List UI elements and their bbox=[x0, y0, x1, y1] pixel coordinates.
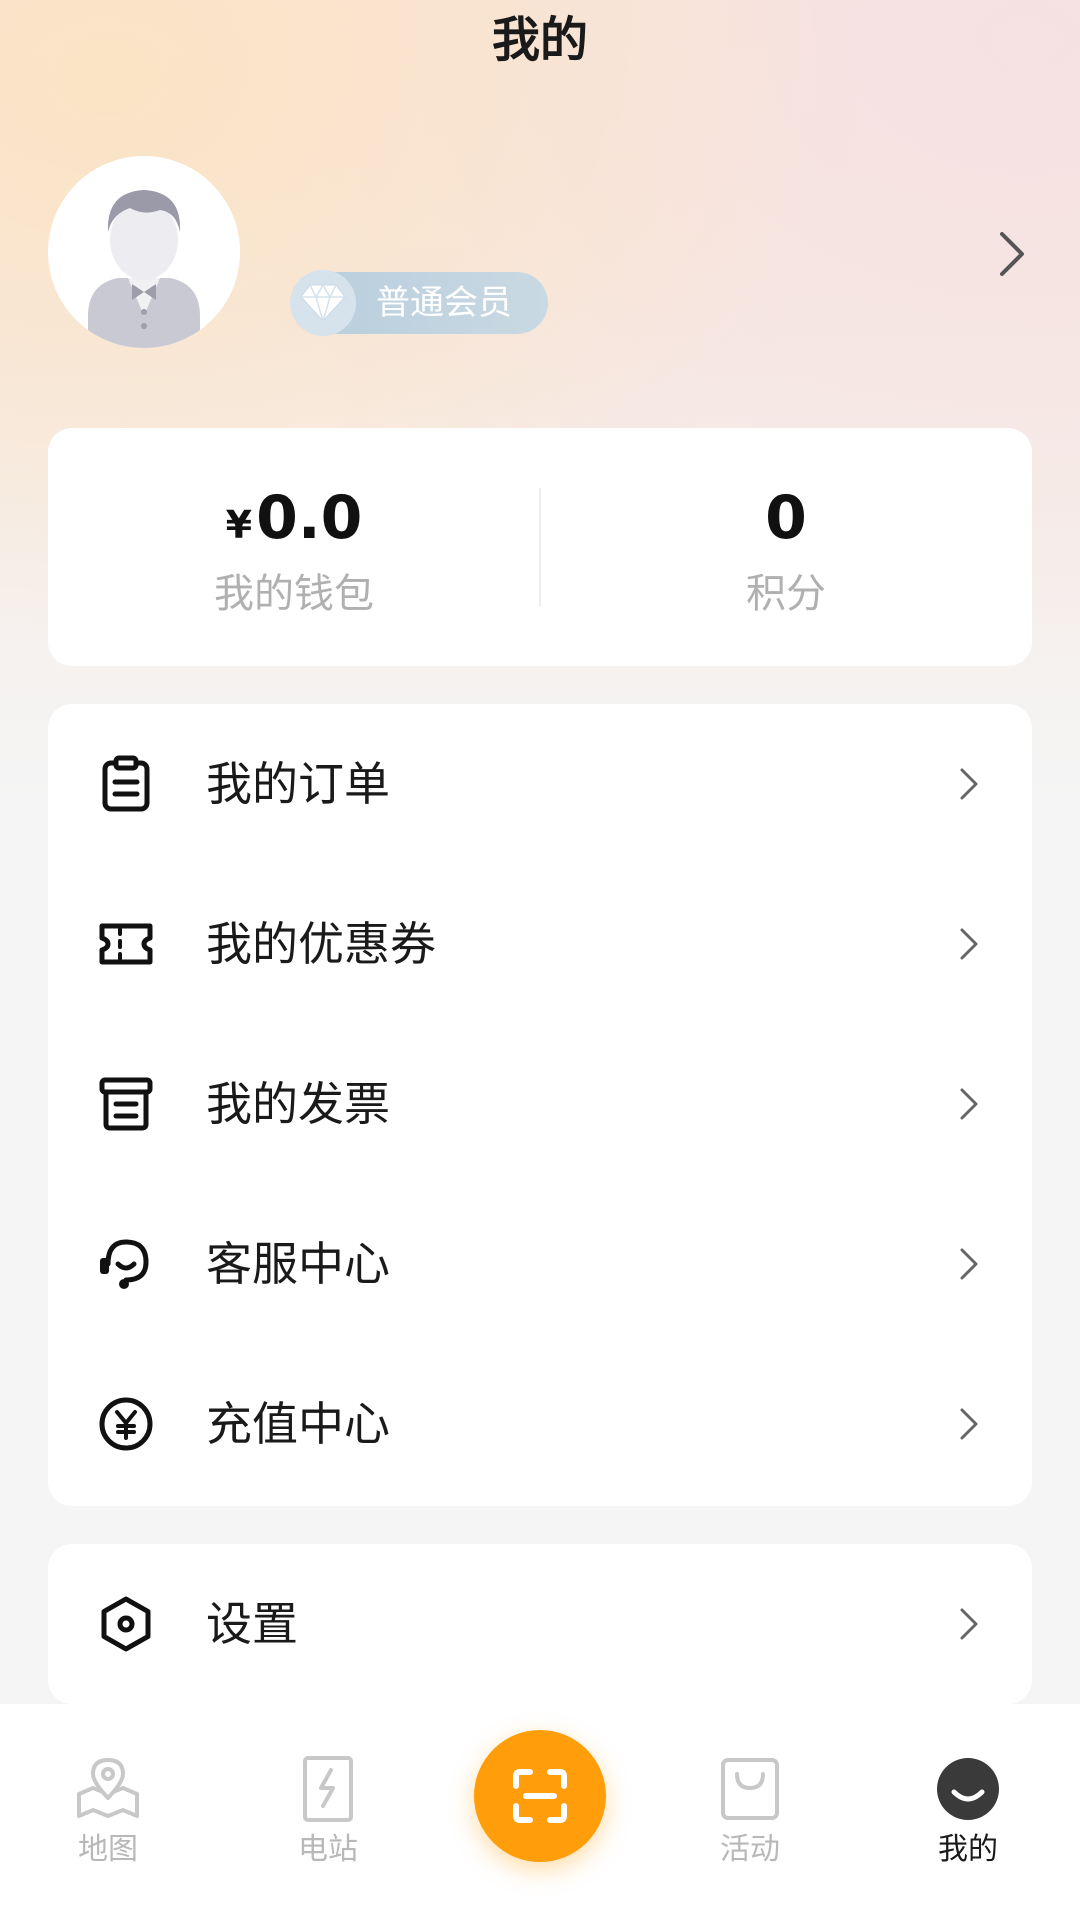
chevron-right-icon[interactable] bbox=[992, 228, 1032, 280]
chevron-right-icon bbox=[960, 1088, 978, 1120]
menu-item-coupons[interactable]: 我的优惠券 bbox=[48, 864, 1032, 1024]
menu-item-label: 我的订单 bbox=[206, 757, 390, 811]
tab-label: 我的 bbox=[938, 1832, 998, 1867]
member-level-badge[interactable]: 普通会员 bbox=[290, 270, 548, 336]
wallet-balance[interactable]: ¥0.0 我的钱包 bbox=[48, 428, 540, 666]
tab-activities[interactable]: 活动 bbox=[670, 1754, 830, 1884]
menu-card: 我的订单 我的优惠券 我的发票 客服中心 充值中心 bbox=[48, 704, 1032, 1506]
scan-icon bbox=[513, 1769, 567, 1823]
tab-map[interactable]: 地图 bbox=[28, 1754, 188, 1884]
settings-card: 设置 bbox=[48, 1544, 1032, 1704]
smiley-face-icon bbox=[937, 1758, 999, 1820]
tab-stations[interactable]: 电站 bbox=[248, 1754, 408, 1884]
tab-label: 地图 bbox=[78, 1832, 138, 1867]
wallet-balance-label: 我的钱包 bbox=[214, 571, 374, 617]
diamond-icon bbox=[290, 270, 356, 336]
header-background bbox=[0, 0, 1080, 800]
gear-hexagon-icon bbox=[101, 1596, 151, 1652]
map-pin-icon bbox=[77, 1758, 139, 1818]
menu-item-invoices[interactable]: 我的发票 bbox=[48, 1024, 1032, 1184]
points-label: 积分 bbox=[746, 571, 826, 617]
tab-profile[interactable]: 我的 bbox=[888, 1754, 1048, 1884]
chevron-right-icon bbox=[960, 1408, 978, 1440]
menu-item-label: 我的发票 bbox=[206, 1077, 390, 1131]
chevron-right-icon bbox=[960, 1248, 978, 1280]
tab-label: 活动 bbox=[720, 1832, 780, 1867]
chevron-right-icon bbox=[960, 928, 978, 960]
ticket-icon bbox=[99, 923, 153, 965]
balance-amount: 0.0 bbox=[256, 483, 363, 553]
wallet-card: ¥0.0 我的钱包 0 积分 bbox=[48, 428, 1032, 666]
yen-circle-icon bbox=[99, 1397, 153, 1451]
invoice-box-icon bbox=[99, 1077, 153, 1131]
headset-icon bbox=[100, 1239, 149, 1289]
wallet-balance-value: ¥0.0 bbox=[48, 478, 540, 565]
avatar[interactable] bbox=[48, 156, 240, 348]
menu-item-settings[interactable]: 设置 bbox=[48, 1544, 1032, 1704]
tab-label: 电站 bbox=[298, 1832, 358, 1867]
menu-item-label: 客服中心 bbox=[206, 1237, 390, 1291]
chevron-right-icon bbox=[960, 1608, 978, 1640]
shopping-bag-icon bbox=[721, 1758, 779, 1820]
menu-item-customer-service[interactable]: 客服中心 bbox=[48, 1184, 1032, 1344]
currency-symbol: ¥ bbox=[225, 503, 253, 547]
menu-item-label: 我的优惠券 bbox=[206, 917, 436, 971]
points-value: 0 bbox=[765, 483, 807, 553]
default-avatar-icon bbox=[48, 156, 240, 348]
member-level-label: 普通会员 bbox=[376, 283, 512, 323]
menu-item-orders[interactable]: 我的订单 bbox=[48, 704, 1032, 864]
scan-button[interactable] bbox=[474, 1730, 606, 1862]
menu-item-label: 充值中心 bbox=[206, 1397, 390, 1451]
settings-label: 设置 bbox=[206, 1597, 298, 1651]
page-title: 我的 bbox=[491, 12, 588, 68]
points-stat[interactable]: 0 积分 bbox=[540, 428, 1032, 666]
charging-station-icon bbox=[303, 1756, 353, 1822]
bottom-tab-bar: 地图 电站 活动 我的 bbox=[0, 1704, 1080, 1920]
clipboard-icon bbox=[102, 755, 150, 812]
menu-item-top-up[interactable]: 充值中心 bbox=[48, 1344, 1032, 1504]
chevron-right-icon bbox=[960, 768, 978, 800]
profile-section[interactable]: 普通会员 bbox=[48, 156, 1032, 356]
